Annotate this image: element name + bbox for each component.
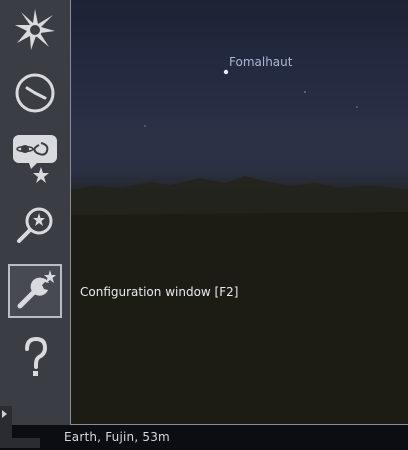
configuration-window-button[interactable] [8,264,62,318]
question-mark-icon [25,336,48,376]
star [144,125,146,127]
search-window-button[interactable] [8,198,62,252]
status-bar [0,425,408,450]
sky-viewing-options-button[interactable] [8,132,62,186]
wrench-icon [17,270,56,309]
star-label-fomalhaut: Fomalhaut [229,55,293,69]
date-time-window-button[interactable] [8,66,62,120]
star [304,91,306,93]
star [356,106,358,108]
tooltip-configuration: Configuration window [F2] [80,285,239,299]
magnifier-icon [17,207,53,243]
location-window-button[interactable] [8,2,62,56]
bottom-bar-toggle-tab[interactable] [0,438,40,448]
ground [70,212,408,424]
help-window-button[interactable] [8,330,62,384]
left-toolbar [0,0,71,438]
galaxy-planet-icon [13,135,57,183]
sky-band [70,120,408,160]
arrow-right-icon [2,410,7,418]
location-status-text: Earth, Fujin, 53m [64,430,170,444]
clock-icon [15,73,55,113]
compass-star-icon [15,9,55,50]
star-fomalhaut [223,69,229,75]
toolbar-toggle-tab[interactable] [0,406,12,438]
